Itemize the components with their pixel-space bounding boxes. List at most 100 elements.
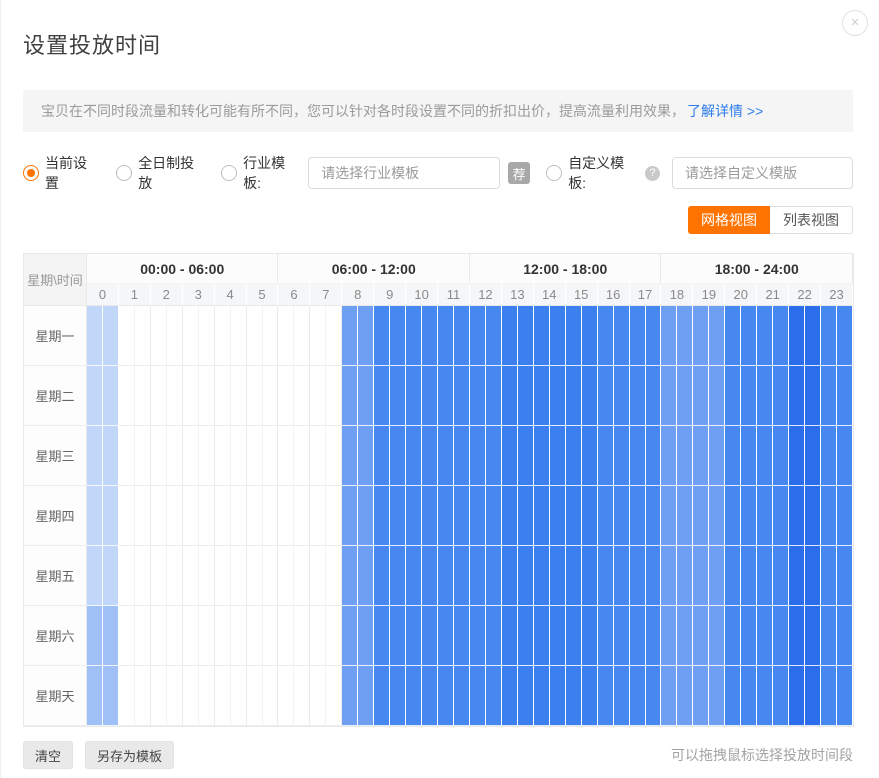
time-cell[interactable] [374,366,390,426]
time-cell[interactable] [135,546,151,606]
time-cell[interactable] [183,426,199,486]
time-cell[interactable] [103,426,119,486]
time-cell[interactable] [247,546,263,606]
time-cell[interactable] [518,666,534,726]
time-cell[interactable] [263,606,279,666]
time-cell[interactable] [741,546,757,606]
time-cell[interactable] [310,306,326,366]
time-cell[interactable] [294,366,310,426]
time-cell[interactable] [534,486,550,546]
time-cell[interactable] [103,546,119,606]
time-cell[interactable] [725,606,741,666]
time-cell[interactable] [310,426,326,486]
time-cell[interactable] [167,546,183,606]
time-cell[interactable] [454,666,470,726]
radio-custom-template[interactable] [546,165,562,181]
time-cell[interactable] [614,426,630,486]
time-cell[interactable] [247,366,263,426]
time-cell[interactable] [789,486,805,546]
time-cell[interactable] [630,606,646,666]
time-cell[interactable] [390,546,406,606]
time-cell[interactable] [630,306,646,366]
time-cell[interactable] [614,606,630,666]
time-cell[interactable] [342,306,358,366]
time-cell[interactable] [231,306,247,366]
time-cell[interactable] [470,426,486,486]
clear-button[interactable]: 清空 [23,741,73,769]
time-cell[interactable] [119,606,135,666]
time-cell[interactable] [151,426,167,486]
time-cell[interactable] [87,666,103,726]
time-cell[interactable] [757,366,773,426]
time-cell[interactable] [677,666,693,726]
time-cell[interactable] [310,606,326,666]
time-cell[interactable] [263,306,279,366]
time-cell[interactable] [358,426,374,486]
time-cell[interactable] [821,486,837,546]
time-cell[interactable] [183,486,199,546]
time-cell[interactable] [534,306,550,366]
time-cell[interactable] [582,426,598,486]
time-cell[interactable] [438,306,454,366]
time-cell[interactable] [199,366,215,426]
time-cell[interactable] [789,606,805,666]
time-cell[interactable] [741,426,757,486]
time-cell[interactable] [534,666,550,726]
time-cell[interactable] [263,666,279,726]
time-cell[interactable] [598,546,614,606]
time-cell[interactable] [805,666,821,726]
time-cell[interactable] [550,486,566,546]
time-cell[interactable] [805,366,821,426]
time-cell[interactable] [486,426,502,486]
time-cell[interactable] [693,306,709,366]
time-cell[interactable] [342,426,358,486]
time-cell[interactable] [422,486,438,546]
industry-template-input[interactable] [308,157,500,189]
time-cell[interactable] [757,306,773,366]
time-cell[interactable] [278,666,294,726]
time-cell[interactable] [119,546,135,606]
time-cell[interactable] [103,486,119,546]
time-cell[interactable] [326,546,342,606]
time-cell[interactable] [183,306,199,366]
time-cell[interactable] [374,546,390,606]
time-cell[interactable] [358,606,374,666]
time-cell[interactable] [646,426,662,486]
time-cell[interactable] [278,606,294,666]
time-cell[interactable] [358,306,374,366]
time-cell[interactable] [422,426,438,486]
time-cell[interactable] [837,666,853,726]
time-cell[interactable] [614,306,630,366]
time-cell[interactable] [518,366,534,426]
time-cell[interactable] [773,606,789,666]
time-cell[interactable] [183,666,199,726]
time-cell[interactable] [390,426,406,486]
time-cell[interactable] [661,606,677,666]
time-cell[interactable] [821,606,837,666]
time-cell[interactable] [135,366,151,426]
time-cell[interactable] [741,306,757,366]
time-cell[interactable] [103,366,119,426]
time-cell[interactable] [358,366,374,426]
time-cell[interactable] [709,606,725,666]
learn-more-link[interactable]: 了解详情 >> [687,101,763,121]
radio-industry-template[interactable] [221,165,237,181]
time-cell[interactable] [438,366,454,426]
time-cell[interactable] [342,486,358,546]
time-cell[interactable] [741,606,757,666]
custom-template-input[interactable] [672,157,853,189]
time-cell[interactable] [821,666,837,726]
time-cell[interactable] [342,366,358,426]
time-cell[interactable] [837,546,853,606]
time-cell[interactable] [119,666,135,726]
time-cell[interactable] [709,666,725,726]
time-cell[interactable] [741,366,757,426]
time-cell[interactable] [741,486,757,546]
time-cell[interactable] [502,366,518,426]
time-cell[interactable] [422,366,438,426]
time-cell[interactable] [789,366,805,426]
time-cell[interactable] [278,546,294,606]
time-cell[interactable] [199,606,215,666]
time-cell[interactable] [199,486,215,546]
time-cell[interactable] [550,606,566,666]
